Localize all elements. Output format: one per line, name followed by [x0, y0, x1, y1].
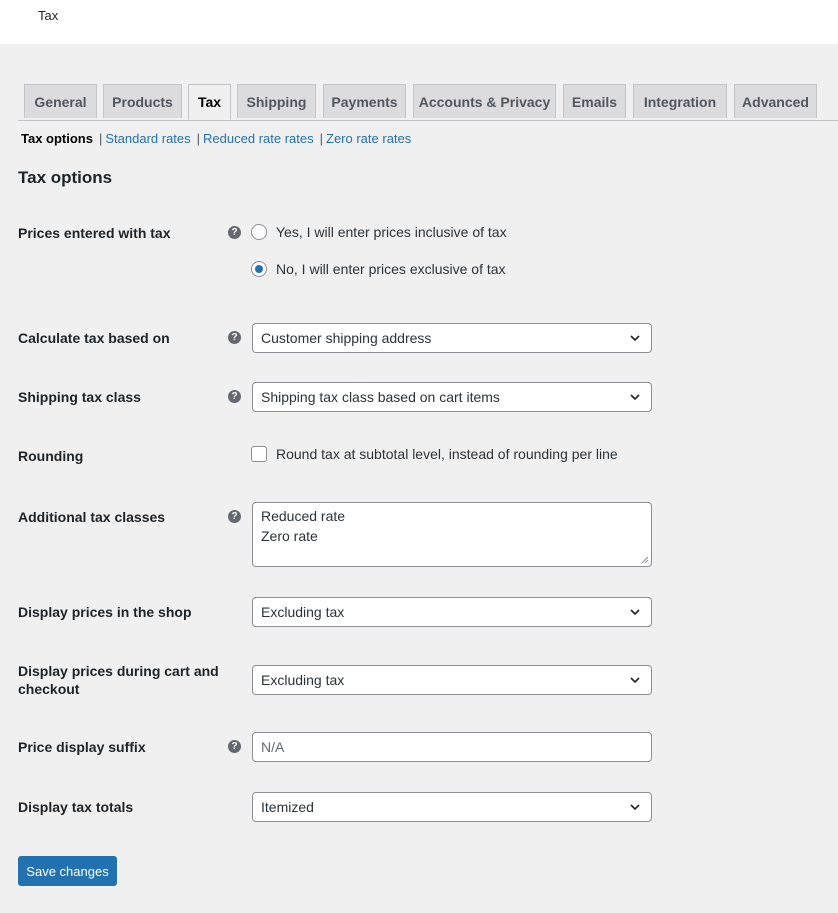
radio-label: Yes, I will enter prices inclusive of ta…	[276, 224, 507, 240]
select-value: Itemized	[261, 799, 314, 815]
subnav-separator: |	[319, 131, 324, 146]
prices-entered-label: Prices entered with tax	[18, 225, 171, 241]
display-shop-select[interactable]: Excluding tax	[252, 597, 652, 627]
additional-classes-label: Additional tax classes	[18, 509, 166, 525]
tab-tax[interactable]: Tax	[188, 84, 231, 120]
tab-shipping[interactable]: Shipping	[237, 84, 316, 118]
textarea-line: Reduced rate	[261, 508, 346, 524]
save-changes-button[interactable]: Save changes	[18, 856, 117, 886]
chevron-down-icon	[630, 804, 640, 811]
top-bar: Tax	[0, 0, 838, 44]
rounding-label: Rounding	[18, 448, 84, 464]
display-totals-select[interactable]: Itemized	[252, 792, 652, 822]
help-icon[interactable]: ?	[228, 390, 241, 403]
tab-emails[interactable]: Emails	[563, 84, 626, 118]
select-value: Excluding tax	[261, 604, 345, 620]
chevron-down-icon	[630, 677, 640, 684]
section-title: Tax options	[18, 168, 113, 187]
textarea-line: Zero rate	[261, 528, 318, 544]
checkbox-label: Round tax at subtotal level, instead of …	[276, 446, 618, 462]
shipping-tax-class-select[interactable]: Shipping tax class based on cart items	[252, 382, 652, 412]
subnav-standard-rates[interactable]: Standard rates	[105, 131, 190, 146]
chevron-down-icon	[630, 335, 640, 342]
help-icon[interactable]: ?	[228, 510, 241, 523]
rounding-checkbox[interactable]	[251, 446, 267, 462]
tab-products[interactable]: Products	[103, 84, 182, 118]
display-shop-label: Display prices in the shop	[18, 604, 192, 620]
select-value: Shipping tax class based on cart items	[261, 389, 500, 405]
settings-tabs: General Products Tax Shipping Payments A…	[18, 84, 838, 121]
price-suffix-input[interactable]: N/A	[252, 732, 652, 762]
help-icon[interactable]: ?	[228, 226, 241, 239]
tab-advanced[interactable]: Advanced	[734, 84, 817, 118]
subnav-separator: |	[98, 131, 103, 146]
subnav-zero-rates[interactable]: Zero rate rates	[326, 131, 411, 146]
select-value: Excluding tax	[261, 672, 345, 688]
display-cart-label: Display prices during cart and checkout	[18, 663, 219, 697]
price-suffix-label: Price display suffix	[18, 739, 146, 755]
tab-payments[interactable]: Payments	[323, 84, 406, 118]
page-name: Tax	[38, 8, 59, 23]
help-icon[interactable]: ?	[228, 740, 241, 753]
display-cart-select[interactable]: Excluding tax	[252, 665, 652, 695]
radio-button-checked[interactable]	[251, 261, 267, 277]
chevron-down-icon	[630, 394, 640, 401]
radio-label: No, I will enter prices exclusive of tax	[276, 261, 506, 277]
resize-grip-icon[interactable]	[641, 556, 649, 564]
subnav-reduced-rates[interactable]: Reduced rate rates	[203, 131, 314, 146]
tab-general[interactable]: General	[24, 84, 97, 118]
shipping-tax-class-label: Shipping tax class	[18, 389, 141, 405]
calc-based-on-label: Calculate tax based on	[18, 330, 170, 346]
additional-classes-textarea[interactable]: Reduced rate Zero rate	[252, 502, 652, 567]
chevron-down-icon	[630, 609, 640, 616]
display-totals-label: Display tax totals	[18, 799, 134, 815]
help-icon[interactable]: ?	[228, 331, 241, 344]
tax-subnav: Tax options | Standard rates | Reduced rate …	[21, 131, 411, 146]
subnav-separator: |	[196, 131, 201, 146]
select-value: Customer shipping address	[261, 330, 432, 346]
tab-integration[interactable]: Integration	[633, 84, 727, 118]
radio-button[interactable]	[251, 224, 267, 240]
calc-based-on-select[interactable]: Customer shipping address	[252, 323, 652, 353]
radio-prices-inclusive[interactable]: Yes, I will enter prices inclusive of ta…	[251, 224, 507, 240]
radio-prices-exclusive[interactable]: No, I will enter prices exclusive of tax	[251, 261, 506, 277]
rounding-checkbox-row[interactable]: Round tax at subtotal level, instead of …	[251, 446, 618, 462]
input-placeholder: N/A	[261, 739, 285, 755]
subnav-current: Tax options	[21, 131, 93, 146]
tab-accounts-privacy[interactable]: Accounts & Privacy	[413, 84, 556, 118]
